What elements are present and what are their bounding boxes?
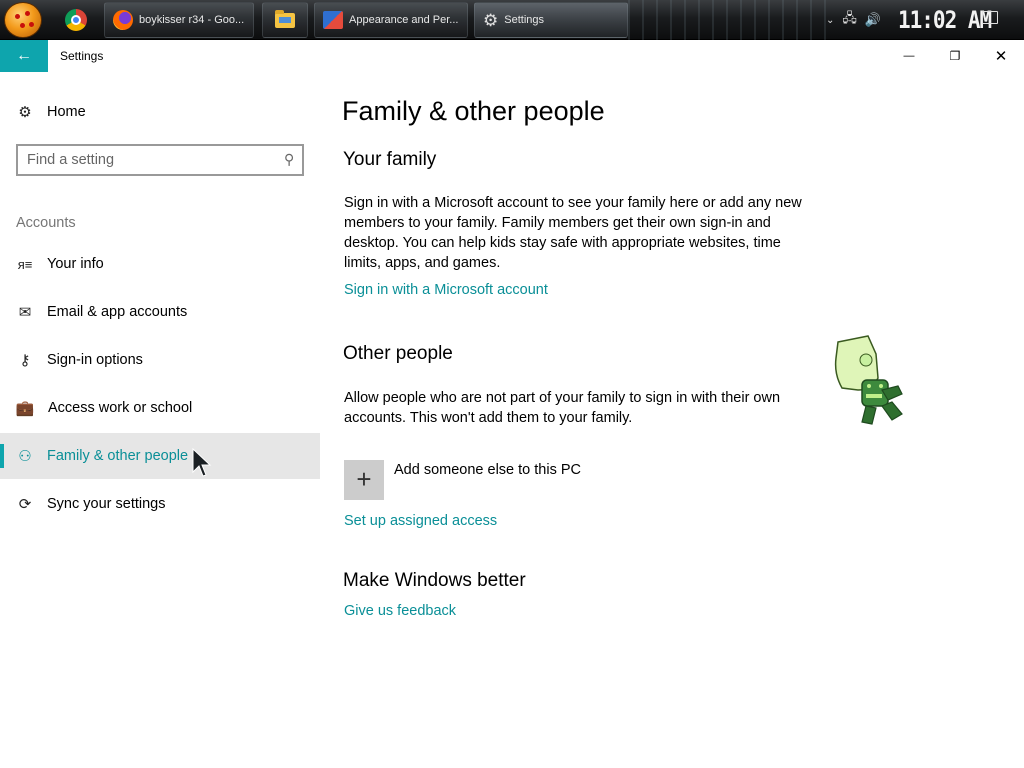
- sidebar-item-label: Family & other people: [47, 448, 189, 464]
- taskbar-window-label: Settings: [504, 14, 544, 26]
- back-arrow-icon: ←: [16, 47, 32, 64]
- feedback-heading: Make Windows better: [343, 570, 526, 591]
- sidebar-item-label: Email & app accounts: [47, 304, 188, 320]
- sidebar-item-family[interactable]: ⚇ Family & other people: [0, 433, 320, 479]
- sign-in-microsoft-link[interactable]: Sign in with a Microsoft account: [344, 282, 548, 298]
- sidebar-item-sign-in-options[interactable]: ⚷ Sign-in options: [0, 337, 320, 383]
- sidebar-item-home[interactable]: ⚙ Home: [0, 96, 320, 128]
- page-title: Family & other people: [342, 96, 605, 126]
- firefox-icon: [113, 10, 133, 30]
- sidebar: ⚙ Home ⚲ Accounts ᴙ≡ Your info ✉ Email &…: [0, 72, 320, 768]
- restore-button[interactable]: ❐: [932, 40, 978, 72]
- start-button[interactable]: [4, 2, 42, 38]
- sidebar-item-label: Home: [47, 104, 86, 120]
- taskbar-window-appearance[interactable]: Appearance and Per...: [314, 2, 468, 38]
- sync-icon: ⟳: [18, 496, 32, 513]
- minimize-icon: —: [903, 50, 915, 62]
- assigned-access-link[interactable]: Set up assigned access: [344, 513, 497, 529]
- file-explorer-icon: [275, 9, 295, 28]
- sidebar-item-label: Access work or school: [48, 400, 193, 416]
- chevron-up-icon[interactable]: ⌄: [826, 15, 834, 26]
- gear-icon: ⚙: [483, 10, 499, 30]
- mouse-cursor: [192, 448, 212, 477]
- search-box: ⚲: [16, 144, 304, 176]
- sidebar-item-your-info[interactable]: ᴙ≡ Your info: [0, 241, 320, 287]
- other-people-heading: Other people: [343, 343, 453, 364]
- briefcase-icon: 💼: [15, 400, 35, 417]
- sidebar-item-label: Sync your settings: [47, 496, 166, 512]
- minimize-button[interactable]: —: [886, 40, 932, 72]
- close-button[interactable]: ✕: [978, 40, 1024, 72]
- person-card-icon: ᴙ≡: [17, 256, 33, 272]
- taskbar-decoration: [628, 0, 828, 40]
- plus-icon: +: [356, 464, 372, 494]
- title-bar: ← Settings — ❐ ✕: [0, 40, 1024, 72]
- main-content: Family & other people Your family Sign i…: [320, 72, 1024, 768]
- taskbar: boykisser r34 - Goo... Appearance and Pe…: [0, 0, 1024, 40]
- sidebar-item-label: Sign-in options: [47, 352, 143, 368]
- taskbar-window-firefox[interactable]: boykisser r34 - Goo...: [104, 2, 254, 38]
- gear-icon: ⚙: [18, 104, 32, 121]
- give-feedback-link[interactable]: Give us feedback: [344, 603, 456, 619]
- character-sticker-image: [834, 335, 903, 425]
- volume-icon[interactable]: 🔊: [865, 12, 881, 28]
- back-button[interactable]: ←: [0, 40, 48, 72]
- system-tray: ⌄ 🖧 🔊: [826, 2, 881, 38]
- key-icon: ⚷: [19, 352, 31, 369]
- action-center-icon[interactable]: [982, 11, 998, 24]
- search-input[interactable]: [18, 146, 268, 174]
- mail-icon: ✉: [18, 304, 32, 321]
- pinned-chrome[interactable]: [62, 2, 90, 38]
- your-family-description: Sign in with a Microsoft account to see …: [344, 195, 802, 271]
- sidebar-item-sync[interactable]: ⟳ Sync your settings: [0, 481, 320, 527]
- taskbar-window-label: boykisser r34 - Goo...: [139, 14, 245, 26]
- sidebar-item-work-school[interactable]: 💼 Access work or school: [0, 385, 320, 431]
- taskbar-window-label: Appearance and Per...: [349, 14, 459, 26]
- chrome-icon: [65, 9, 87, 31]
- add-person-button[interactable]: +: [344, 460, 384, 500]
- restore-icon: ❐: [949, 49, 961, 63]
- search-icon[interactable]: ⚲: [284, 151, 294, 168]
- selection-indicator: [0, 444, 4, 468]
- taskbar-window-settings[interactable]: ⚙ Settings: [474, 2, 628, 38]
- taskbar-window-explorer[interactable]: [262, 2, 308, 38]
- section-heading: Accounts: [16, 215, 76, 231]
- sidebar-item-label: Your info: [47, 256, 104, 272]
- person-add-icon: ⚇: [18, 448, 32, 465]
- clock[interactable]: 11:02 AM: [898, 2, 992, 39]
- close-icon: ✕: [994, 48, 1008, 65]
- sidebar-item-email[interactable]: ✉ Email & app accounts: [0, 289, 320, 335]
- network-icon[interactable]: 🖧: [842, 9, 857, 31]
- other-people-description: Allow people who are not part of your fa…: [344, 390, 781, 426]
- add-person-label[interactable]: Add someone else to this PC: [394, 462, 581, 478]
- your-family-heading: Your family: [343, 149, 437, 170]
- appearance-icon: [323, 11, 343, 29]
- window-title: Settings: [60, 49, 104, 63]
